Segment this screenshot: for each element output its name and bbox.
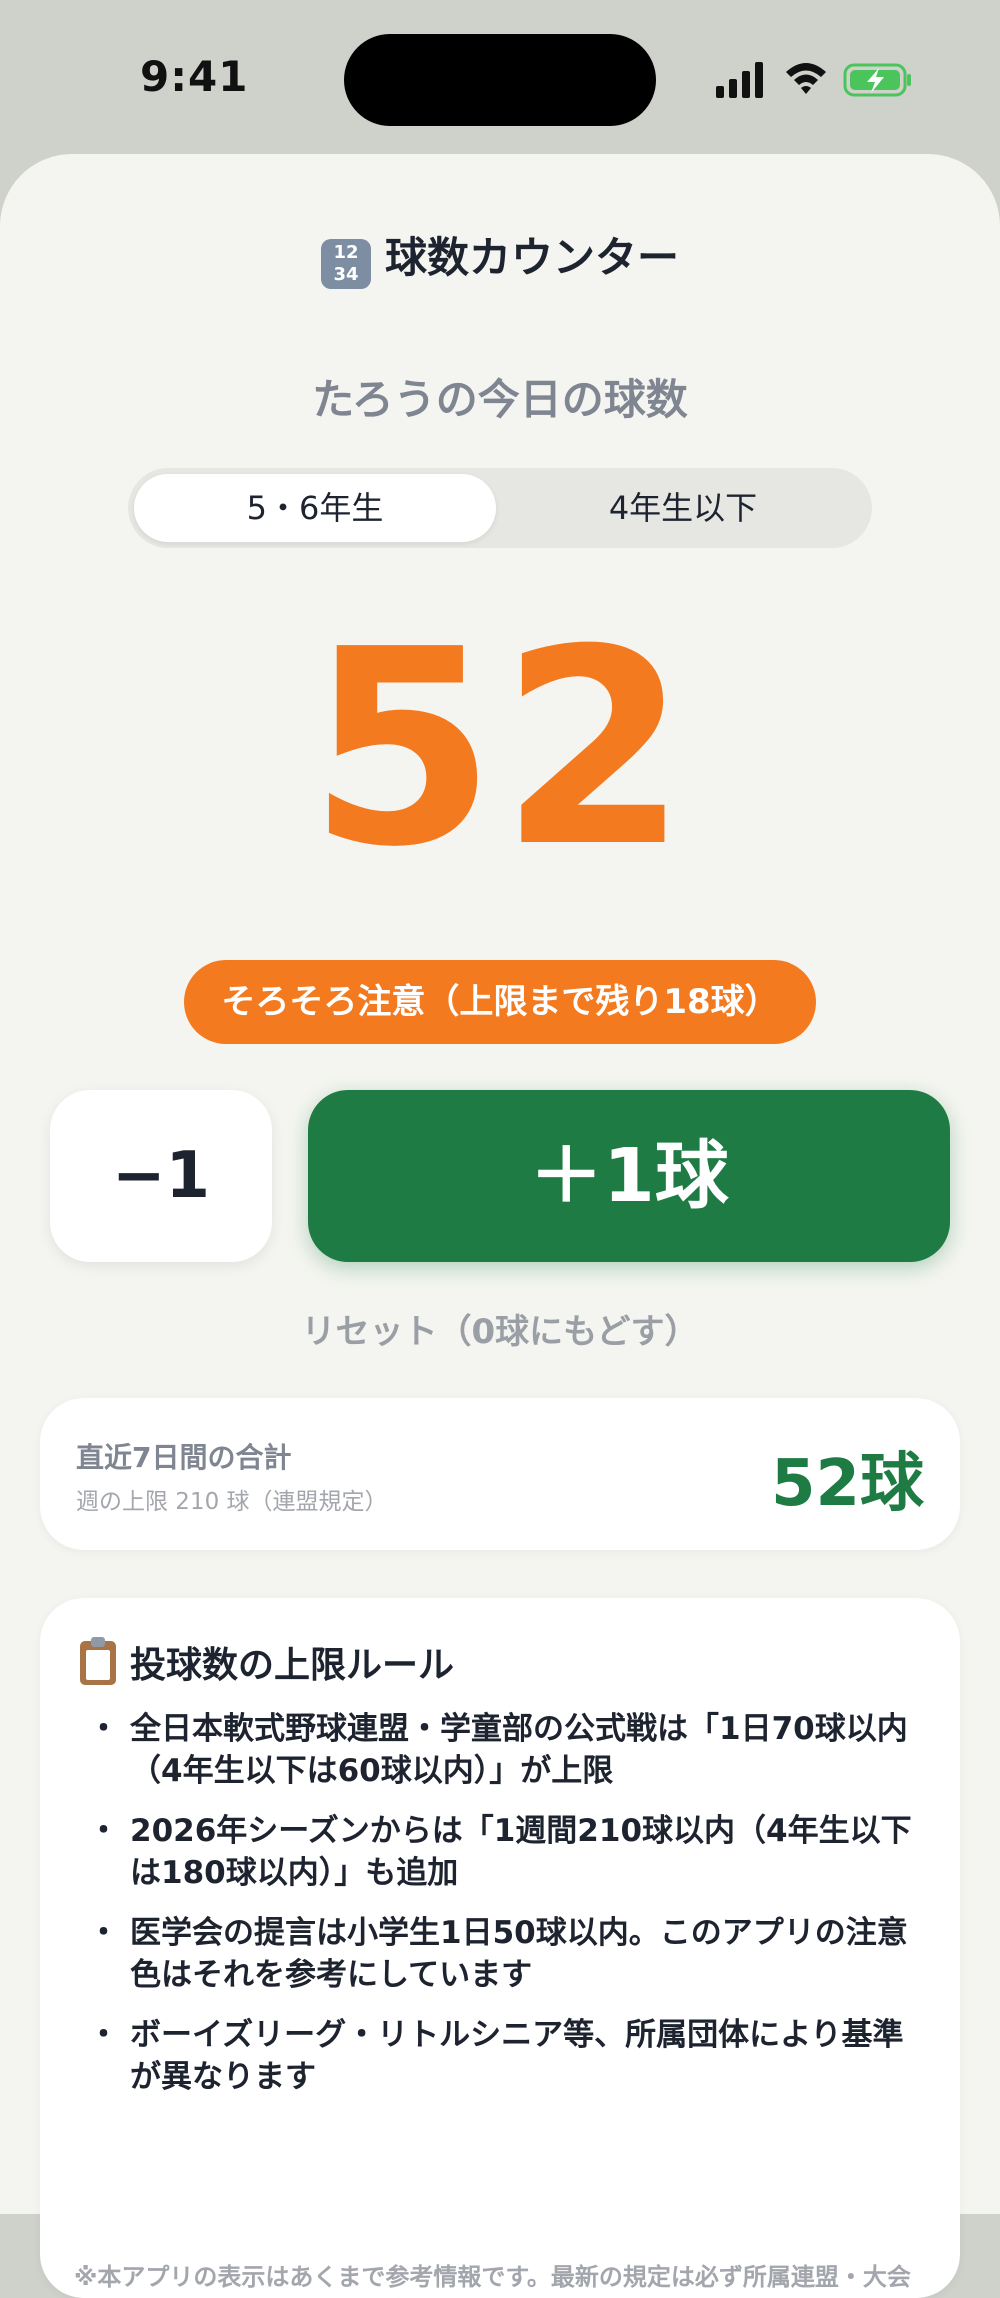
status-bar: 9:41 (0, 0, 1000, 160)
weekly-total-card: 直近7日間の合計 週の上限 210 球（連盟規定） 52球 (40, 1398, 960, 1550)
rule-item: ・ 2026年シーズンからは「1週間210球以内（4年生以下は180球以内）」も追… (80, 1810, 924, 1894)
bullet: ・ (88, 1915, 119, 1951)
warning-badge: そろそろ注意（上限まで残り18球） (184, 960, 816, 1044)
bullet: ・ (88, 1711, 119, 1747)
bullet: ・ (88, 2017, 119, 2053)
app-title: 12 34 球数カウンター (0, 224, 1000, 289)
reset-button[interactable]: リセット（0球にもどす） (0, 1304, 1000, 1353)
wifi-icon (786, 63, 826, 94)
main-sheet: 12 34 球数カウンター たろうの今日の球数 5・6年生 4年生以下 52 そろそ… (0, 154, 1000, 2298)
cellular-signal-icon (716, 62, 763, 98)
disclaimer-note: ※本アプリの表示はあくまで参考情報です。最新の規定は必ず所属連盟・大会要項をご確… (74, 2263, 911, 2298)
status-time: 9:41 (140, 52, 249, 101)
weekly-limit-note: 週の上限 210 球（連盟規定） (76, 1489, 388, 1515)
keycap-1234-icon: 12 34 (320, 239, 371, 289)
pitch-count: 52 (308, 591, 692, 906)
rules-list: ・全日本軟式野球連盟・学童部の公式戦は「1日70球以内（4年生以下は60球以内）… (80, 1708, 924, 2116)
decrement-button[interactable]: −1 (50, 1090, 272, 1262)
weekly-total-label: 直近7日間の合計 (76, 1441, 292, 1474)
rule-text: ボーイズリーグ・リトルシニア等、所属団体により基準が異なります (130, 2017, 904, 2095)
rules-card: 投球数の上限ルール ・全日本軟式野球連盟・学童部の公式戦は「1日70球以内（4年… (40, 1598, 960, 2298)
bullet: ・ (88, 1813, 119, 1849)
increment-button[interactable]: ＋1球 (308, 1090, 950, 1262)
dynamic-island (344, 34, 656, 126)
rule-item: ・全日本軟式野球連盟・学童部の公式戦は「1日70球以内（4年生以下は60球以内）… (80, 1708, 924, 1792)
battery-charging-icon (843, 63, 911, 97)
grade-segmented-control: 5・6年生 4年生以下 (128, 468, 872, 548)
rules-title: 投球数の上限ルール (80, 1636, 454, 1688)
segment-grade-5-6[interactable]: 5・6年生 (134, 474, 496, 542)
weekly-total-value: 52球 (770, 1447, 924, 1521)
rule-item: ・医学会の提言は小学生1日50球以内。このアプリの注意色はそれを参考にしています (80, 1912, 924, 1996)
rule-item: ・ボーイズリーグ・リトルシニア等、所属団体により基準が異なります (80, 2014, 924, 2098)
clipboard-icon (80, 1637, 116, 1685)
player-heading: たろうの今日の球数 (312, 375, 688, 424)
rules-title-text: 投球数の上限ルール (130, 1645, 455, 1686)
segment-grade-4-below[interactable]: 4年生以下 (500, 474, 866, 542)
rule-text: 全日本軟式野球連盟・学童部の公式戦は「1日70球以内（4年生以下は60球以内）」… (130, 1711, 908, 1789)
rule-text: 2026年シーズンからは「1週間210球以内（4年生以下は180球以内）」も追加 (130, 1813, 912, 1891)
rule-text: 医学会の提言は小学生1日50球以内。このアプリの注意色はそれを参考にしています (130, 1915, 908, 1993)
app-title-text: 球数カウンター (384, 233, 679, 282)
